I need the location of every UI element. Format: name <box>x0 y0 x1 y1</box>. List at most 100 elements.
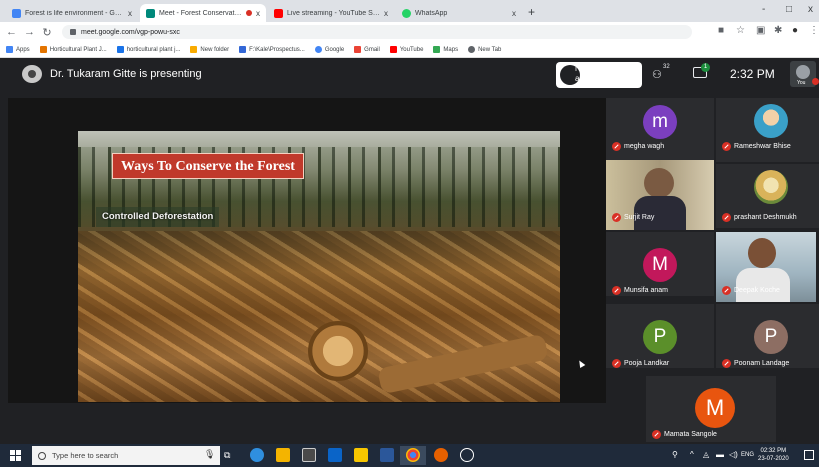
bookmark-label: Horticultural Plant J... <box>49 46 107 53</box>
bookmark-horticultural-2[interactable]: horticultural plant j... <box>116 46 180 53</box>
mail-icon[interactable] <box>328 448 342 462</box>
tab-youtube-studio[interactable]: Live streaming - YouTube Studio x <box>268 4 394 22</box>
edge-icon[interactable] <box>250 448 264 462</box>
person-icon[interactable]: ⚲ <box>672 450 678 459</box>
cut-log-image <box>308 321 368 381</box>
video-person-head <box>748 238 776 268</box>
firefox-icon[interactable] <box>434 448 448 462</box>
maximize-button[interactable]: □ <box>786 4 792 15</box>
bookmark-apps[interactable]: Apps <box>6 46 30 53</box>
windows-start-icon[interactable] <box>10 450 21 461</box>
new-tab-button[interactable]: + <box>528 5 535 19</box>
back-arrow-icon[interactable]: ← <box>6 26 17 38</box>
bookmark-new-tab[interactable]: New Tab <box>468 46 501 53</box>
url-input[interactable]: meet.google.com/vgp-powu-sxc <box>62 25 692 39</box>
camera-indicator-icon[interactable]: ■ <box>718 25 724 36</box>
mic-off-icon <box>612 359 621 368</box>
file-explorer-icon[interactable] <box>276 448 290 462</box>
extensions-puzzle-icon[interactable]: ✱ <box>774 25 782 36</box>
bookmark-google[interactable]: Google <box>314 46 344 53</box>
close-tab-icon[interactable]: x <box>512 9 516 18</box>
search-icon <box>38 451 46 460</box>
menu-dots-icon[interactable]: ⋮ <box>809 25 819 36</box>
notification-icon[interactable] <box>804 450 814 460</box>
profile-avatar-icon[interactable]: ● <box>792 25 798 36</box>
browser-tab-strip: Forest is life environment - Goo... x Me… <box>0 0 819 22</box>
presenter-avatar <box>22 65 42 83</box>
obs-icon[interactable] <box>460 448 474 462</box>
journal-icon <box>39 46 47 53</box>
presenter-status: Dr. Tukaram Gitte is presenting <box>50 68 202 80</box>
chrome-icon[interactable] <box>406 448 420 462</box>
google-icon <box>314 46 322 53</box>
bookmark-prospectus[interactable]: F:\Kale\Prospectus... <box>239 46 305 53</box>
mic-off-icon <box>722 286 731 295</box>
participant-name-text: Munsifa anam <box>624 287 668 294</box>
bookmark-horticultural-1[interactable]: Horticultural Plant J... <box>39 46 107 53</box>
participant-name: Surjit Ray <box>612 213 654 222</box>
language-indicator[interactable]: ENG <box>741 452 754 458</box>
battery-icon[interactable]: ▬ <box>716 450 724 459</box>
mic-off-icon <box>652 430 661 439</box>
participant-name: Mamata Sangole <box>652 430 717 439</box>
task-view-icon[interactable]: ⧉ <box>224 448 238 462</box>
mic-off-icon <box>722 142 731 151</box>
participant-name: Rameshwar Bhise <box>722 142 791 151</box>
people-icon[interactable]: ⚇ <box>652 68 662 81</box>
gmail-icon <box>354 46 362 53</box>
system-time: 02:32 PM <box>760 448 787 454</box>
network-icon[interactable]: ◬ <box>703 450 709 459</box>
sticky-notes-icon[interactable] <box>354 448 368 462</box>
store-icon[interactable] <box>302 448 316 462</box>
globe-icon <box>468 46 476 53</box>
participant-name-text: prashant Deshmukh <box>734 214 797 221</box>
system-clock[interactable]: 02:32 PM 23-07-2020 <box>758 447 789 463</box>
meet-top-bar: Dr. Tukaram Gitte is presenting Nusrat P… <box>0 58 819 92</box>
maps-pin-icon <box>433 46 441 53</box>
taskbar-search-input[interactable]: Type here to search <box>32 446 220 465</box>
participant-name-text: Pooja Landkar <box>624 360 670 367</box>
close-tab-icon[interactable]: x <box>384 9 388 18</box>
folder-icon <box>190 46 198 53</box>
mic-off-icon <box>612 286 621 295</box>
chat-badge: 1 <box>701 63 710 72</box>
meeting-clock: 2:32 PM <box>730 67 775 81</box>
bookmark-youtube[interactable]: YouTube <box>389 46 423 53</box>
bookmark-maps[interactable]: Maps <box>433 46 458 53</box>
mic-off-icon <box>722 213 731 222</box>
star-bookmark-icon[interactable]: ☆ <box>736 25 745 36</box>
chevron-up-icon[interactable]: ^ <box>690 450 694 459</box>
extension-icon[interactable]: ▣ <box>756 25 765 36</box>
participant-name-text: Rameshwar Bhise <box>734 143 791 150</box>
participant-name-text: Surjit Ray <box>624 214 655 221</box>
microphone-icon[interactable]: 🎙 <box>204 449 215 460</box>
tab-meet[interactable]: Meet - Forest Conservation x <box>140 4 266 22</box>
presentation-slide: Ways To Conserve the Forest Controlled D… <box>78 131 560 402</box>
bookmark-label: F:\Kale\Prospectus... <box>249 46 305 53</box>
slide-title: Ways To Conserve the Forest <box>112 153 304 179</box>
tab-whatsapp[interactable]: WhatsApp x <box>396 4 522 22</box>
apps-grid-icon <box>6 46 13 53</box>
word-icon[interactable] <box>380 448 394 462</box>
video-person-head <box>644 168 674 198</box>
minimize-button[interactable]: - <box>762 4 765 15</box>
volume-icon[interactable]: ◁) <box>729 450 738 459</box>
close-tab-icon[interactable]: x <box>256 9 260 18</box>
system-date: 23-07-2020 <box>758 456 789 462</box>
people-line1: Nusrat Parveen <box>575 64 631 73</box>
tab-forest-search[interactable]: Forest is life environment - Goo... x <box>6 4 138 22</box>
close-window-button[interactable]: x <box>808 4 813 15</box>
participant-avatar: P <box>643 320 677 354</box>
url-text: meet.google.com/vgp-powu-sxc <box>81 28 180 36</box>
close-tab-icon[interactable]: x <box>128 9 132 18</box>
mic-off-icon <box>812 78 819 85</box>
bookmark-new-folder[interactable]: New folder <box>190 46 229 53</box>
meet-call-area: Dr. Tukaram Gitte is presenting Nusrat P… <box>0 58 819 444</box>
reload-icon[interactable]: ↻ <box>42 26 52 39</box>
participant-name-text: Deepak Koche <box>734 287 780 294</box>
bookmark-gmail[interactable]: Gmail <box>354 46 380 53</box>
forward-arrow-icon[interactable]: → <box>24 26 35 38</box>
bookmark-label: New Tab <box>478 46 502 53</box>
deforestation-debris-image <box>78 231 560 402</box>
journal-icon <box>116 46 124 53</box>
